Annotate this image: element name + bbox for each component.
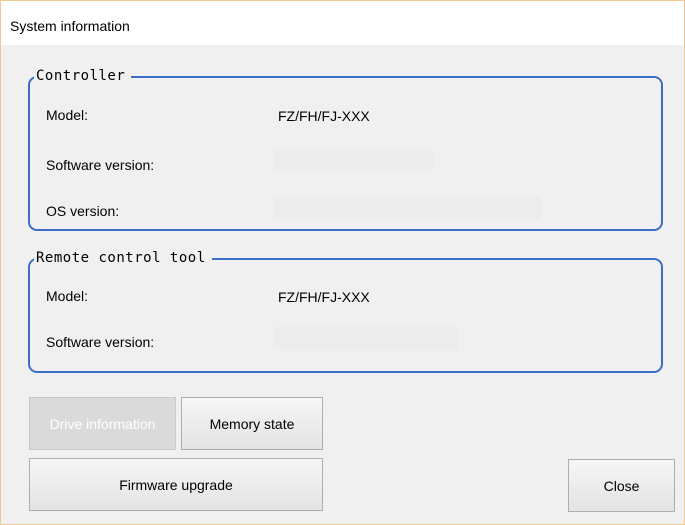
remote-control-group: Remote control tool (28, 250, 663, 373)
controller-software-label: Software version: (46, 157, 155, 173)
remote-software-value (273, 327, 458, 349)
dialog-title: System information (10, 18, 130, 34)
controller-os-value (273, 197, 541, 219)
close-button[interactable]: Close (568, 459, 675, 512)
remote-software-label: Software version: (46, 334, 155, 350)
controller-os-label: OS version: (46, 203, 120, 219)
memory-state-button[interactable]: Memory state (181, 397, 323, 450)
drive-information-button[interactable]: Drive information (29, 397, 176, 450)
controller-legend: Controller (34, 68, 132, 84)
remote-model-label: Model: (46, 288, 89, 304)
controller-software-value (273, 149, 433, 171)
remote-model-value: FZ/FH/FJ-XXX (278, 289, 370, 305)
system-information-dialog: System information Controller Model: FZ/… (0, 0, 685, 525)
remote-control-legend: Remote control tool (34, 250, 212, 266)
controller-model-label: Model: (46, 107, 89, 123)
controller-model-value: FZ/FH/FJ-XXX (278, 108, 370, 124)
firmware-upgrade-button[interactable]: Firmware upgrade (29, 458, 323, 511)
title-bar: System information (1, 1, 684, 45)
